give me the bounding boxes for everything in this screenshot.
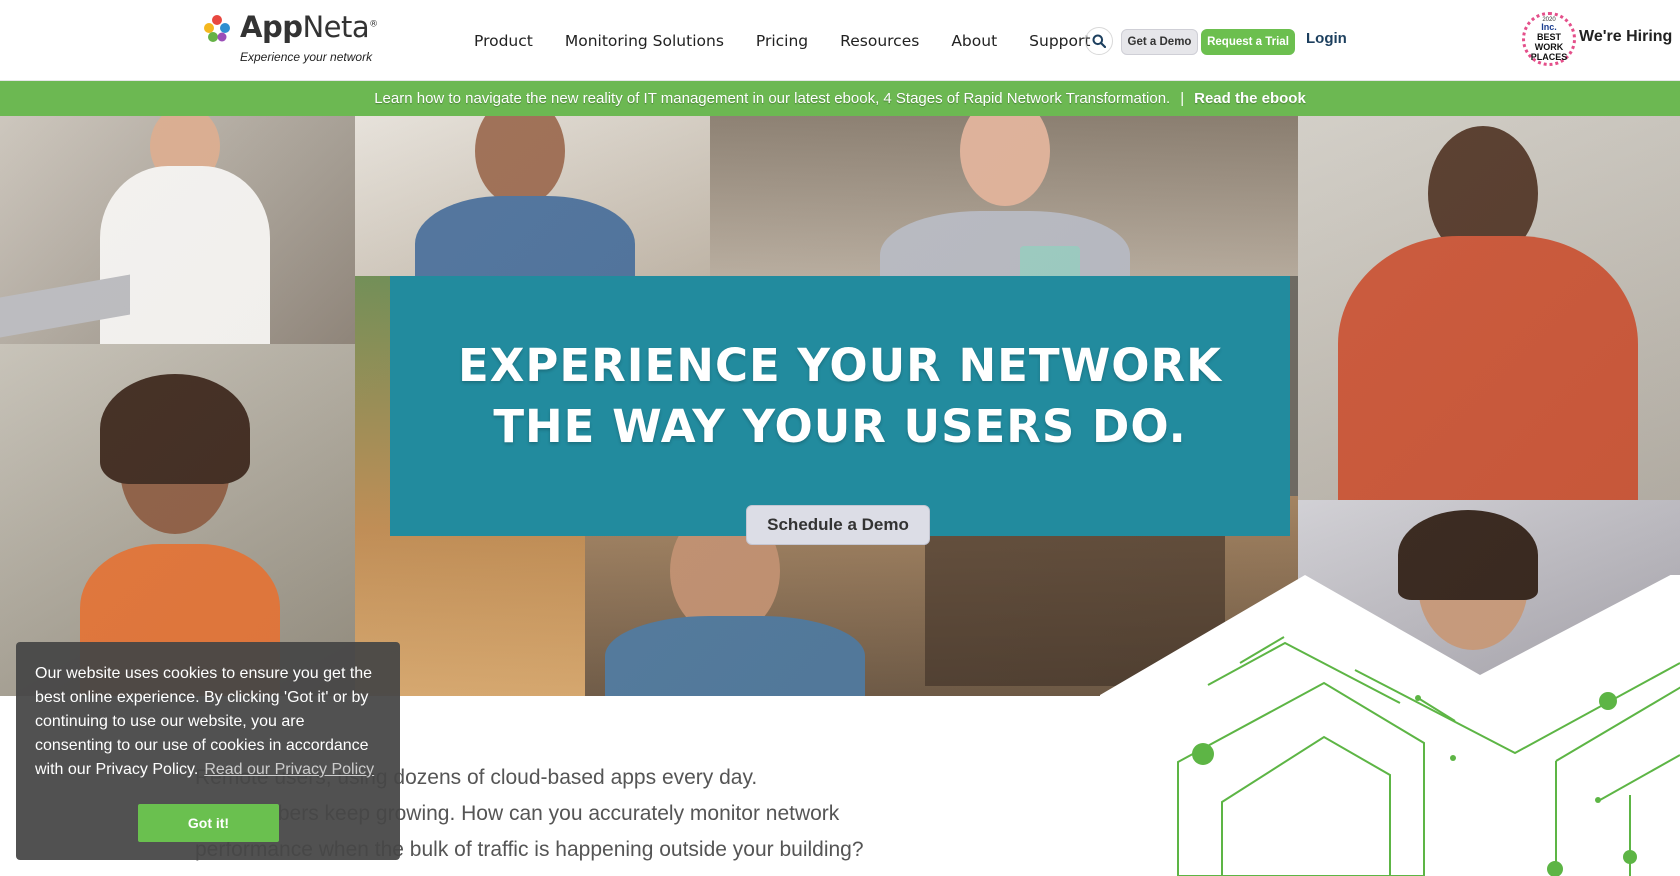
schedule-demo-button[interactable]: Schedule a Demo [746, 505, 930, 545]
announcement-text: Learn how to navigate the new reality of… [374, 90, 1171, 107]
logo-wordmark: AppNeta® [240, 10, 378, 44]
announcement-bar: Learn how to navigate the new reality of… [0, 81, 1680, 116]
nav-about[interactable]: About [935, 29, 1013, 53]
site-header: AppNeta® Experience your network Product… [0, 0, 1680, 81]
nav-pricing[interactable]: Pricing [740, 29, 824, 53]
badge-best: BEST WORK PLACES [1530, 31, 1568, 62]
request-a-trial-button[interactable]: Request a Trial [1201, 29, 1295, 55]
page: AppNeta® Experience your network Product… [0, 0, 1680, 876]
badge-inc: Inc. [1541, 21, 1557, 32]
announcement-separator: | [1180, 90, 1185, 107]
logo-mark-icon [204, 15, 230, 42]
we-are-hiring-link[interactable]: We're Hiring [1579, 28, 1672, 46]
appneta-logo[interactable]: AppNeta® Experience your network [200, 10, 380, 68]
hero-headline-box: EXPERIENCE YOUR NETWORK THE WAY YOUR USE… [390, 276, 1290, 536]
read-ebook-link[interactable]: Read the ebook [1194, 90, 1306, 107]
nav-resources[interactable]: Resources [824, 29, 935, 53]
circuit-decoration [1100, 575, 1680, 876]
nav-product[interactable]: Product [458, 29, 549, 53]
login-link[interactable]: Login [1306, 30, 1347, 47]
hero-title: EXPERIENCE YOUR NETWORK THE WAY YOUR USE… [458, 339, 1222, 453]
logo-tagline: Experience your network [240, 50, 373, 64]
cookie-accept-button[interactable]: Got it! [138, 804, 279, 842]
nav-monitoring-solutions[interactable]: Monitoring Solutions [549, 29, 740, 53]
main-nav: Product Monitoring Solutions Pricing Res… [458, 29, 1106, 53]
search-button[interactable] [1085, 27, 1113, 55]
cookie-consent-banner: Our website uses cookies to ensure you g… [16, 642, 400, 860]
cookie-message: Our website uses cookies to ensure you g… [35, 662, 381, 782]
privacy-policy-link[interactable]: Read our Privacy Policy [204, 761, 374, 778]
get-a-demo-button[interactable]: Get a Demo [1121, 29, 1198, 55]
best-workplaces-badge[interactable]: 2020 Inc. BEST WORK PLACES [1522, 12, 1576, 66]
search-icon [1092, 34, 1106, 48]
